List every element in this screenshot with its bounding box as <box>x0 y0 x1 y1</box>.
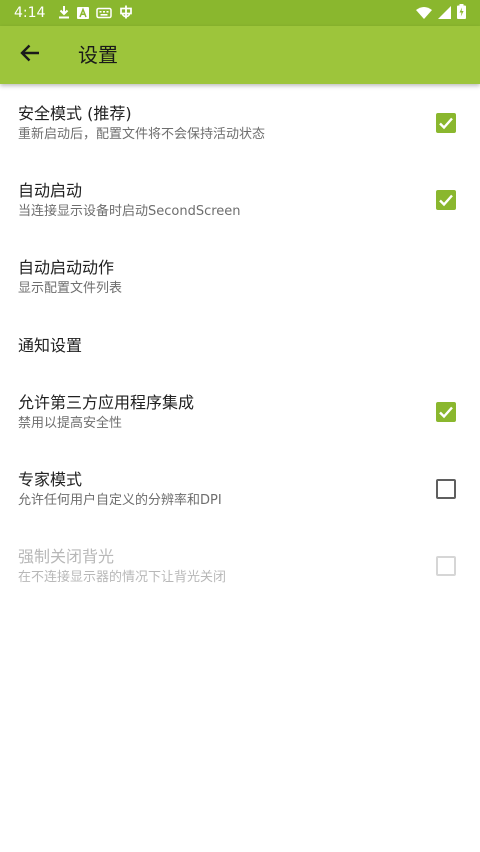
setting-subtitle: 禁用以提高安全性 <box>18 416 123 431</box>
font-app-icon <box>77 4 89 23</box>
safe-mode-checkbox[interactable] <box>436 113 456 133</box>
download-icon <box>58 4 70 23</box>
status-time: 4:14 <box>14 5 46 21</box>
signal-icon <box>438 4 451 23</box>
setting-auto-start[interactable]: 自动启动 当连接显示设备时启动SecondScreen <box>0 161 480 238</box>
bug-icon <box>119 4 133 23</box>
setting-subtitle: 显示配置文件列表 <box>18 281 123 296</box>
status-bar: 4:14 <box>0 0 480 26</box>
force-backlight-off-checkbox <box>436 556 456 576</box>
setting-subtitle: 允许任何用户自定义的分辨率和DPI <box>18 493 222 508</box>
system-icons <box>416 3 466 23</box>
setting-force-backlight-off: 强制关闭背光 在不连接显示器的情况下让背光关闭 <box>0 537 480 614</box>
setting-subtitle: 当连接显示设备时启动SecondScreen <box>18 204 241 219</box>
notification-icons <box>58 4 133 22</box>
setting-safe-mode[interactable]: 安全模式 (推荐) 重新启动后，配置文件将不会保持活动状态 <box>0 84 480 161</box>
setting-subtitle: 在不连接显示器的情况下让背光关闭 <box>18 570 227 585</box>
setting-third-party-integration[interactable]: 允许第三方应用程序集成 禁用以提高安全性 <box>0 383 480 460</box>
app-bar: 设置 <box>0 26 480 84</box>
setting-expert-mode[interactable]: 专家模式 允许任何用户自定义的分辨率和DPI <box>0 460 480 537</box>
setting-title: 自动启动 <box>18 181 83 200</box>
setting-title: 专家模式 <box>18 470 83 489</box>
setting-title: 通知设置 <box>18 336 83 355</box>
setting-title: 自动启动动作 <box>18 258 115 277</box>
setting-title: 允许第三方应用程序集成 <box>18 393 195 412</box>
auto-start-checkbox[interactable] <box>436 190 456 210</box>
expert-mode-checkbox[interactable] <box>436 479 456 499</box>
setting-title: 强制关闭背光 <box>18 547 115 566</box>
setting-auto-start-action[interactable]: 自动启动动作 显示配置文件列表 <box>0 238 480 315</box>
third-party-integration-checkbox[interactable] <box>436 402 456 422</box>
back-button[interactable] <box>14 39 46 71</box>
arrow-back-icon <box>20 44 40 66</box>
setting-notifications[interactable]: 通知设置 <box>0 315 480 392</box>
keyboard-icon <box>96 4 112 23</box>
setting-subtitle: 重新启动后，配置文件将不会保持活动状态 <box>18 127 266 142</box>
setting-title: 安全模式 (推荐) <box>18 104 132 123</box>
battery-charging-icon <box>457 3 466 23</box>
page-title: 设置 <box>78 43 118 67</box>
wifi-icon <box>416 4 432 23</box>
